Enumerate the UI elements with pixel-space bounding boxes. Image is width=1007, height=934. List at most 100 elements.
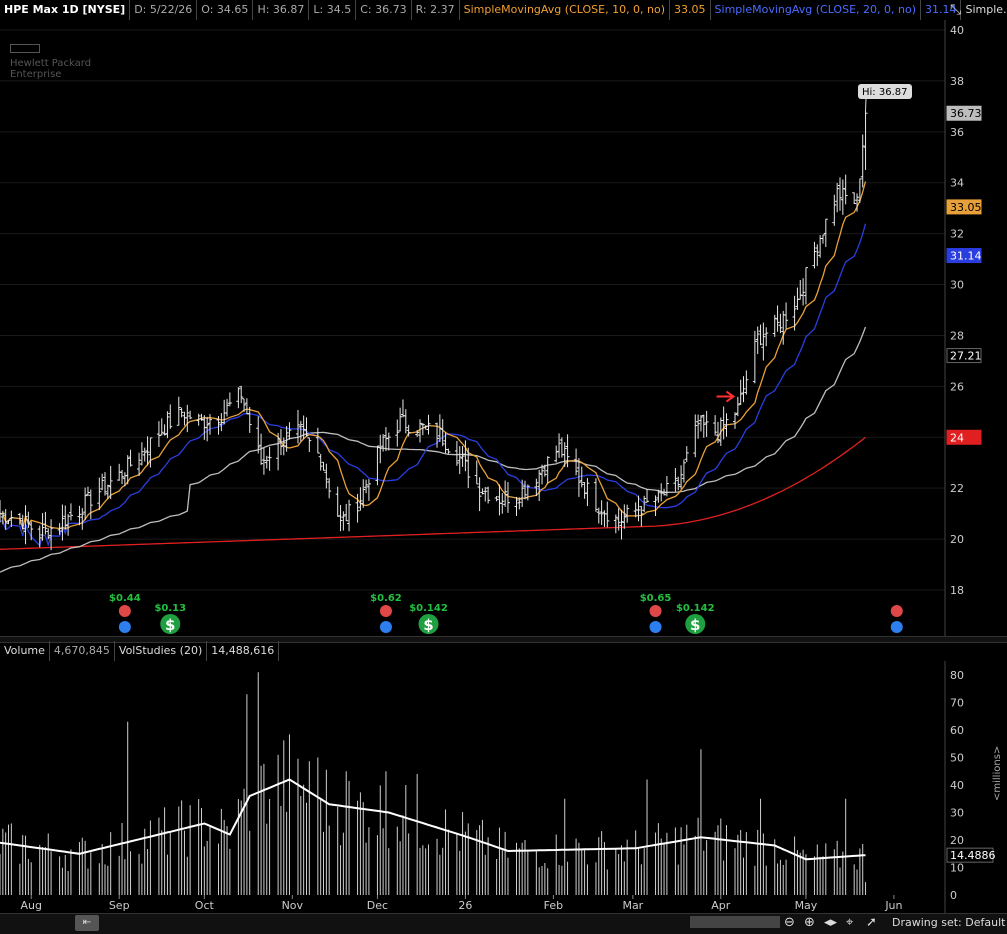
ohlc-bar (773, 315, 777, 337)
sma10-value: 33.05 (670, 0, 711, 20)
price-tick-label: 30 (950, 279, 964, 292)
ohlc-bar (759, 325, 763, 346)
ohlc-bar (742, 376, 746, 402)
earnings-info-icon (380, 621, 392, 633)
pan-icon[interactable]: ◂▸ (824, 913, 837, 933)
price-tick-label: 32 (950, 228, 964, 241)
ohlc-bar (236, 387, 240, 408)
price-tick-label: 28 (950, 329, 964, 342)
ohlc-bar (404, 409, 408, 433)
close-value: C: 36.73 (356, 0, 411, 20)
volume-label[interactable]: Volume (0, 641, 50, 661)
symbol-label[interactable]: HPE Max 1D [NYSE] (0, 0, 130, 20)
volstudies-value: 14,488,616 (207, 641, 279, 661)
price-badge-label: 36.73 (950, 107, 982, 120)
ohlc-bar (702, 415, 706, 438)
sma10-label[interactable]: SimpleMovingAvg (CLOSE, 10, 0, no) (460, 0, 670, 20)
ohlc-bar (619, 510, 623, 540)
ohlc-bar (832, 195, 836, 226)
x-tick-label: Apr (711, 899, 731, 912)
drawing-set-label[interactable]: Drawing set: Default (892, 913, 1005, 933)
ohlc-bar (693, 414, 697, 457)
ohlc-bar (299, 421, 303, 441)
ohlc-bar (89, 490, 93, 520)
volume-chart[interactable]: 80706050403020100<millions>14.4886AugSep… (0, 641, 1007, 913)
volume-value: 4,670,845 (50, 641, 115, 661)
bottom-toolbar (0, 913, 1007, 934)
ohlc-bar (739, 380, 743, 405)
x-tick-label: Aug (20, 899, 41, 912)
ohlc-bar (398, 408, 402, 432)
ohlc-bar (182, 412, 186, 426)
earnings-marker[interactable]: $0.62 (370, 593, 402, 633)
earnings-marker[interactable] (891, 605, 903, 633)
logo-rect-icon (10, 44, 40, 53)
earnings-marker[interactable]: $0.44 (109, 593, 141, 633)
ohlc-bar (46, 528, 50, 539)
ohlc-bar (361, 479, 365, 508)
ohlc-bar (0, 500, 2, 522)
ohlc-bar (554, 446, 558, 463)
ohlc-bar (276, 433, 280, 470)
ohlc-bar (679, 465, 683, 488)
zoom-out-icon[interactable]: ⊖ (784, 913, 795, 933)
pointer-icon[interactable]: ➚ (866, 913, 877, 933)
sma20-line (0, 224, 866, 546)
ohlc-bar (841, 180, 845, 215)
sma20-label[interactable]: SimpleMovingAvg (CLOSE, 20, 0, no) (711, 0, 921, 20)
ohlc-bar (146, 436, 150, 465)
ohlc-bar (177, 397, 181, 426)
ohlc-bar (503, 481, 507, 507)
ohlc-bar (367, 479, 371, 501)
ohlc-bar (486, 487, 490, 504)
ohlc-bar (597, 508, 601, 524)
price-header: HPE Max 1D [NYSE] D: 5/22/26 O: 34.65 H:… (0, 0, 1007, 20)
volume-badge: 14.4886 (947, 848, 996, 862)
ohlc-bar (69, 503, 73, 520)
ohlc-bar (336, 487, 340, 517)
ohlc-bar (9, 511, 13, 527)
scrollbar-thumb[interactable] (690, 916, 780, 928)
ohlc-bar (358, 487, 362, 510)
dividend-marker[interactable]: $0.142 $ (409, 603, 448, 634)
volstudies-label[interactable]: VolStudies (20) (115, 641, 207, 661)
ohlc-bar (821, 235, 825, 244)
more-studies-label[interactable]: Simple... (961, 0, 1007, 20)
scroll-start-button[interactable]: ⇤ (75, 915, 99, 931)
zoom-in-icon[interactable]: ⊕ (804, 913, 815, 933)
ohlc-bar (455, 441, 459, 466)
dividend-marker[interactable]: $0.13$ (154, 603, 186, 634)
x-tick-label: Jun (884, 899, 902, 912)
price-tick-label: 26 (950, 380, 964, 393)
earnings-marker[interactable]: $0.65 (640, 593, 672, 633)
ohlc-bar (602, 510, 606, 527)
ohlc-bar (594, 478, 598, 512)
ohlc-bar (387, 433, 391, 451)
price-chart[interactable]: 403836343230282624222018Hi: 36.8736.7333… (0, 0, 1007, 636)
event-amount-label: $0.142 (409, 603, 448, 614)
price-badge-label: 31.14 (950, 250, 982, 263)
ohlc-bar (500, 493, 504, 514)
high-value: H: 36.87 (253, 0, 309, 20)
ohlc-bar (835, 183, 839, 212)
volume-tick-label: 80 (950, 669, 964, 682)
ohlc-bar (798, 280, 802, 299)
ohlc-bar (614, 515, 618, 534)
volume-tick-label: 10 (950, 862, 964, 875)
ohlc-bar (622, 504, 626, 528)
dollar-icon: $ (423, 616, 433, 634)
ohlc-bar (639, 506, 643, 526)
ohlc-bar (219, 413, 223, 431)
price-badge: 27.21 (947, 349, 982, 363)
dividend-marker[interactable]: $0.142$ (676, 603, 715, 634)
crosshair-toggle-icon[interactable]: ⤡ (950, 2, 961, 18)
ohlc-bar (339, 505, 343, 531)
ohlc-bar (268, 447, 272, 471)
event-amount-label: $0.142 (676, 603, 715, 614)
ohlc-bar (475, 461, 479, 484)
crosshair-icon[interactable]: ⌖ (846, 913, 853, 933)
ohlc-bar (753, 331, 757, 384)
event-amount-label: $0.44 (109, 593, 141, 604)
hi-callout-label: Hi: 36.87 (862, 87, 907, 98)
earnings-phone-icon (380, 605, 392, 617)
